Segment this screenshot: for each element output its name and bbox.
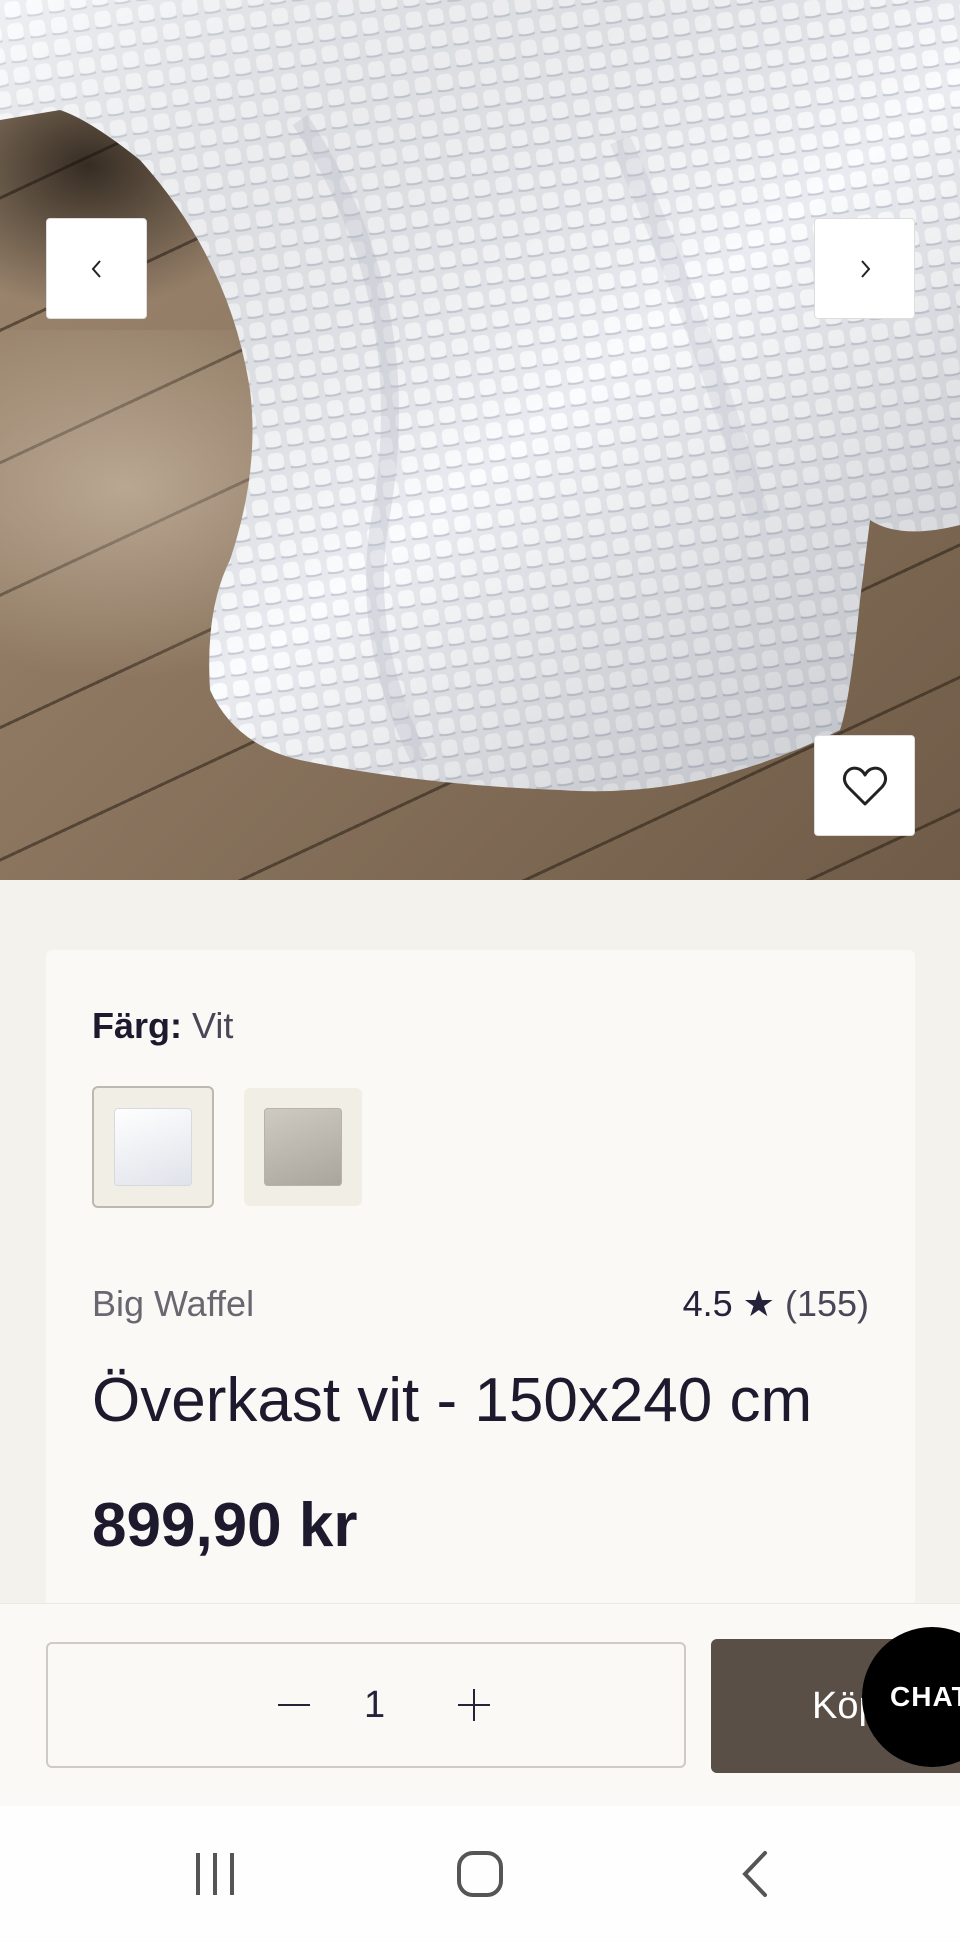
color-selector-label: Färg: Vit <box>92 1005 233 1047</box>
color-swatch-grey[interactable] <box>244 1088 362 1206</box>
plus-icon <box>458 1689 490 1721</box>
minus-icon <box>278 1704 310 1706</box>
back-icon <box>742 1851 767 1897</box>
product-price: 899,90 kr <box>92 1491 358 1560</box>
home-button[interactable] <box>440 1806 520 1942</box>
quantity-stepper: 1 <box>46 1642 686 1768</box>
product-info-card: Färg: Vit Big Waffel 4.5 ★ (155) Överkas… <box>46 950 915 1670</box>
recents-icon <box>196 1853 234 1895</box>
chevron-left-icon <box>91 259 101 278</box>
home-icon <box>457 1851 503 1897</box>
increase-quantity-button[interactable] <box>434 1644 514 1766</box>
product-image[interactable] <box>0 0 960 880</box>
favorite-button[interactable] <box>814 735 915 836</box>
color-value: Vit <box>192 1005 234 1046</box>
color-swatch-white[interactable] <box>92 1086 214 1208</box>
chevron-right-icon <box>860 259 870 278</box>
next-image-button[interactable] <box>814 218 915 319</box>
review-count: (155) <box>784 1283 869 1324</box>
product-title: Överkast vit - 150x240 cm <box>92 1366 813 1435</box>
rating[interactable]: 4.5 ★ (155) <box>683 1283 869 1325</box>
brand-name[interactable]: Big Waffel <box>92 1283 254 1325</box>
previous-image-button[interactable] <box>46 218 147 319</box>
buy-bar: 1 Köp CHAT <box>0 1603 960 1807</box>
quantity-value[interactable]: 1 <box>364 1644 385 1766</box>
swatch-thumbnail <box>114 1108 192 1186</box>
swatch-thumbnail <box>264 1108 342 1186</box>
star-icon: ★ <box>742 1283 775 1324</box>
recents-button[interactable] <box>175 1806 255 1942</box>
heart-outline-icon <box>842 766 887 805</box>
back-button[interactable] <box>715 1806 795 1942</box>
color-label: Färg: <box>92 1005 182 1046</box>
system-navigation-bar <box>0 1806 960 1942</box>
decrease-quantity-button[interactable] <box>254 1644 334 1766</box>
rating-value: 4.5 <box>682 1283 733 1324</box>
